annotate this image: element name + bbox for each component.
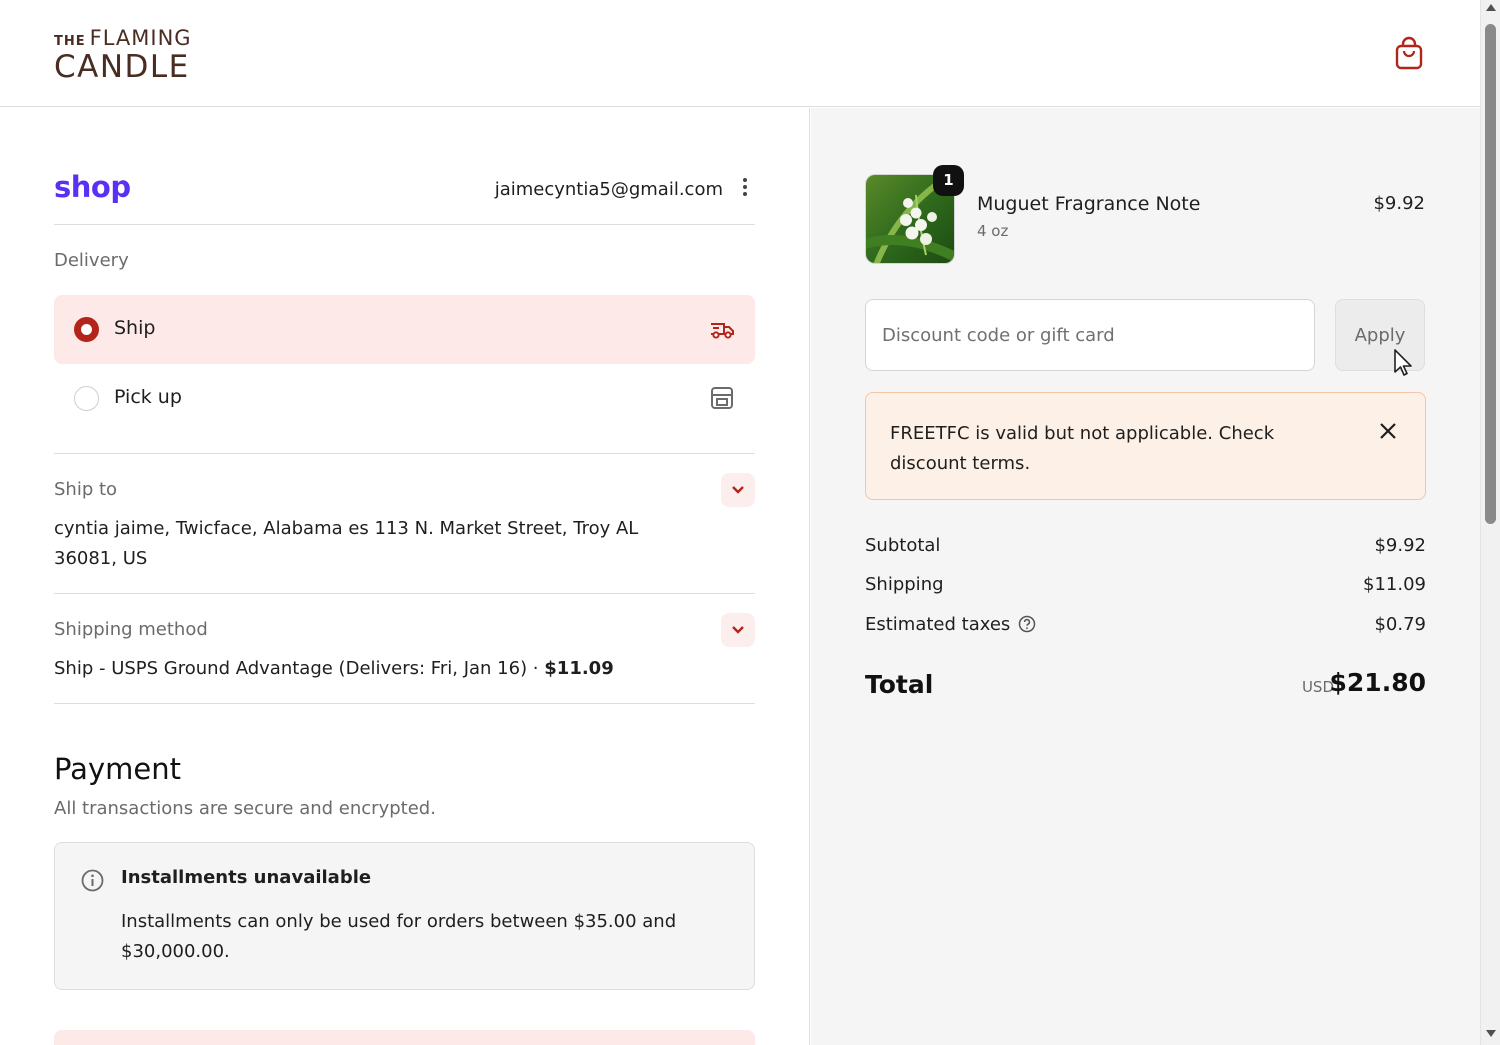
delivery-option-ship[interactable]: Ship bbox=[54, 295, 755, 364]
subtotal-label: Subtotal bbox=[865, 535, 941, 556]
ship-to-label: Ship to bbox=[54, 479, 118, 500]
divider bbox=[54, 703, 755, 704]
total-value: $21.80 bbox=[1329, 668, 1426, 697]
shipping-label: Shipping bbox=[865, 574, 944, 595]
brand-logo[interactable]: THE FLAMING CANDLE bbox=[54, 28, 192, 83]
taxes-value: $0.79 bbox=[1374, 614, 1426, 635]
subtotal-row: Subtotal $9.92 bbox=[865, 535, 1426, 561]
shipping-method-expand-button[interactable] bbox=[721, 613, 755, 647]
payment-option-partial[interactable] bbox=[54, 1030, 755, 1045]
shipping-address: cyntia jaime, Twicface, Alabama es 113 N… bbox=[54, 518, 639, 569]
divider bbox=[54, 453, 755, 454]
shipping-method-value: Ship - USPS Ground Advantage (Delivers: … bbox=[54, 658, 614, 679]
delivery-option-pickup[interactable]: Pick up bbox=[54, 364, 755, 433]
divider bbox=[54, 224, 755, 225]
chevron-down-icon bbox=[732, 626, 744, 634]
site-header: THE FLAMING CANDLE bbox=[0, 0, 1480, 107]
pickup-radio[interactable] bbox=[74, 386, 99, 411]
payment-subtitle: All transactions are secure and encrypte… bbox=[54, 798, 436, 819]
discount-error-message: FREETFC is valid but not applicable. Che… bbox=[890, 423, 1275, 474]
taxes-label: Estimated taxes bbox=[865, 614, 1011, 635]
chevron-down-icon bbox=[732, 486, 744, 494]
logo-text-flaming: FLAMING bbox=[89, 26, 192, 50]
total-row: Total USD $21.80 bbox=[865, 666, 1426, 706]
shipping-method-text: Ship - USPS Ground Advantage (Delivers: … bbox=[54, 658, 545, 679]
ship-to-expand-button[interactable] bbox=[721, 473, 755, 507]
info-icon bbox=[81, 869, 104, 892]
mouse-cursor-icon bbox=[1393, 348, 1415, 378]
payment-title: Payment bbox=[54, 752, 181, 786]
truck-icon bbox=[709, 317, 735, 341]
order-summary: 1 Muguet Fragrance Note 4 oz $9.92 Apply… bbox=[811, 108, 1480, 1045]
scroll-down-arrow-icon[interactable] bbox=[1486, 1030, 1496, 1037]
page-scrollbar[interactable] bbox=[1480, 0, 1500, 1045]
checkout-form: shop jaimecyntia5@gmail.com Delivery Shi… bbox=[0, 108, 810, 1045]
ship-option-label: Ship bbox=[114, 317, 156, 339]
close-icon[interactable] bbox=[1378, 421, 1398, 441]
divider bbox=[54, 593, 755, 594]
delivery-label: Delivery bbox=[54, 250, 129, 271]
product-variant: 4 oz bbox=[977, 222, 1009, 240]
help-icon[interactable] bbox=[1018, 615, 1036, 638]
pickup-option-label: Pick up bbox=[114, 386, 182, 408]
shipping-method-label: Shipping method bbox=[54, 619, 208, 640]
shipping-method-price: $11.09 bbox=[544, 658, 614, 679]
logo-text-the: THE bbox=[54, 34, 86, 49]
shipping-value: $11.09 bbox=[1363, 574, 1426, 595]
scrollbar-thumb[interactable] bbox=[1485, 24, 1496, 524]
discount-error-alert: FREETFC is valid but not applicable. Che… bbox=[865, 392, 1426, 500]
notice-title: Installments unavailable bbox=[121, 867, 372, 888]
scroll-up-arrow-icon[interactable] bbox=[1486, 4, 1496, 11]
store-icon bbox=[709, 386, 735, 410]
discount-code-input[interactable] bbox=[865, 299, 1315, 371]
installments-notice: Installments unavailable Installments ca… bbox=[54, 842, 755, 990]
logo-text-candle: CANDLE bbox=[54, 49, 190, 85]
subtotal-value: $9.92 bbox=[1374, 535, 1426, 556]
kebab-menu-icon[interactable] bbox=[740, 178, 750, 200]
shop-pay-logo: shop bbox=[54, 170, 131, 204]
notice-body: Installments can only be used for orders… bbox=[121, 911, 677, 962]
taxes-row: Estimated taxes $0.79 bbox=[865, 614, 1426, 640]
shopping-bag-icon[interactable] bbox=[1394, 36, 1424, 70]
product-price: $9.92 bbox=[1373, 193, 1425, 214]
quantity-badge: 1 bbox=[933, 165, 964, 196]
total-label: Total bbox=[865, 670, 934, 699]
product-name: Muguet Fragrance Note bbox=[977, 193, 1201, 215]
shipping-row: Shipping $11.09 bbox=[865, 574, 1426, 600]
account-email: jaimecyntia5@gmail.com bbox=[494, 179, 723, 200]
ship-radio[interactable] bbox=[74, 317, 99, 342]
